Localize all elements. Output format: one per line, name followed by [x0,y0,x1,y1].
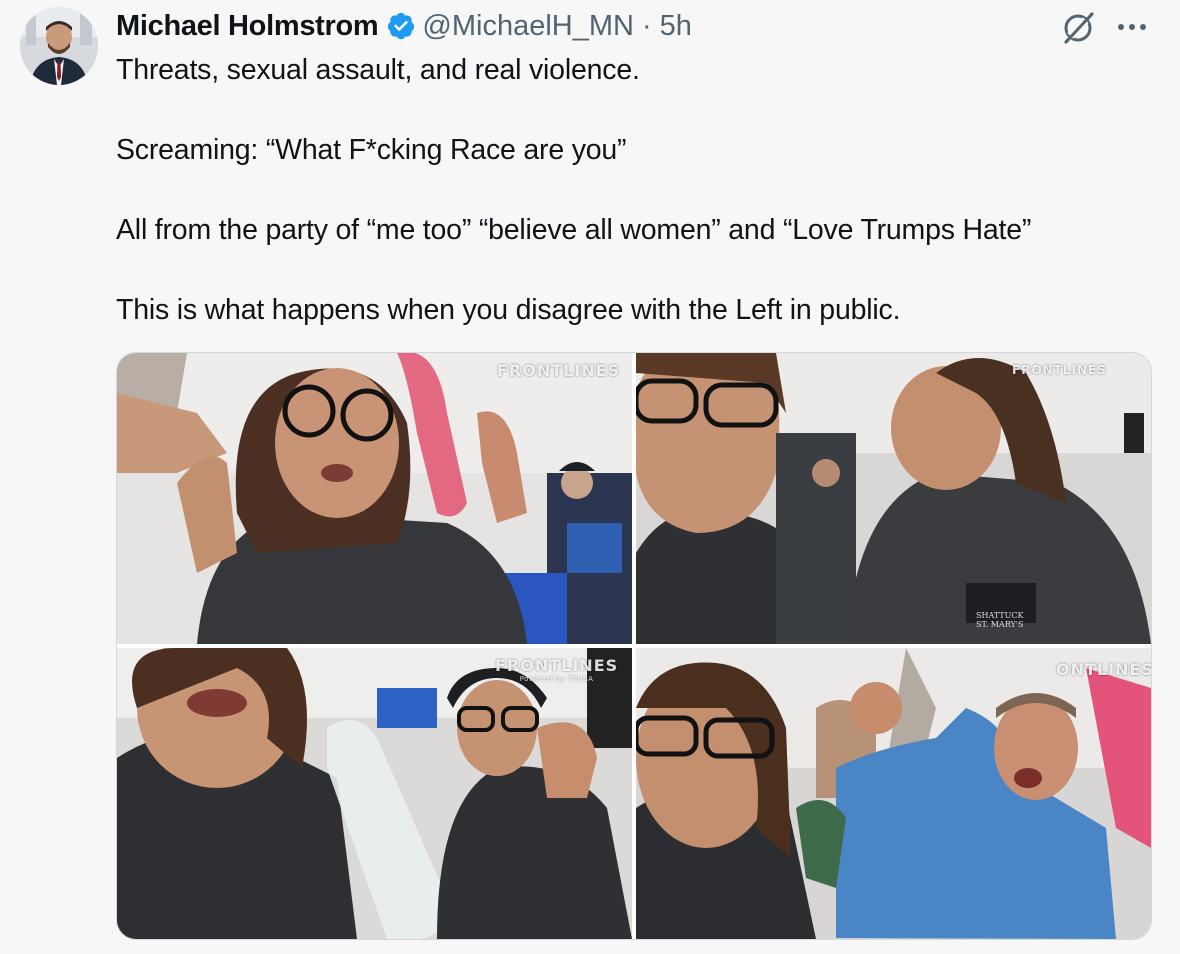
protest-photo-3 [117,648,632,939]
watermark-1: FRONTLINES [497,361,621,380]
grok-slash-icon[interactable] [1058,8,1098,48]
tweet-line-3: All from the party of “me too” “believe … [116,214,1032,246]
author-name[interactable]: Michael Holmstrom [116,10,379,43]
verified-badge-icon [388,12,415,40]
protest-photo-1 [117,353,632,644]
media-photo-4[interactable]: ONTLINES [636,648,1151,939]
more-dots-icon[interactable] [1112,12,1152,42]
tweet-line-4: This is what happens when you disagree w… [116,294,901,326]
author-avatar[interactable] [20,7,98,85]
watermark-3: FRONTLINES Powered by TPUSA [495,656,619,683]
media-grid: FRONTLINES FRONTLINES SHATTUCK ST. MARY'… [116,352,1152,940]
media-photo-3[interactable]: FRONTLINES Powered by TPUSA [117,648,632,939]
media-photo-2[interactable]: FRONTLINES SHATTUCK ST. MARY'S [636,353,1151,644]
separator-dot: · [641,9,652,42]
jacket-text: SHATTUCK ST. MARY'S [976,611,1024,629]
media-photo-1[interactable]: FRONTLINES [117,353,632,644]
protest-photo-4 [636,648,1151,939]
protest-photo-2 [636,353,1151,644]
tweet-line-2: Screaming: “What F*cking Race are you” [116,134,627,166]
watermark-2: FRONTLINES [1012,363,1107,377]
tweet-line-1: Threats, sexual assault, and real violen… [116,54,640,86]
tweet-header: Michael Holmstrom @MichaelH_MN · 5h [116,6,692,46]
avatar-photo [20,7,98,85]
watermark-4: ONTLINES [1056,660,1151,679]
tweet-body: Threats, sexual assault, and real violen… [116,50,1156,330]
tweet-timestamp[interactable]: 5h [660,10,692,43]
author-handle[interactable]: @MichaelH_MN [422,10,634,43]
